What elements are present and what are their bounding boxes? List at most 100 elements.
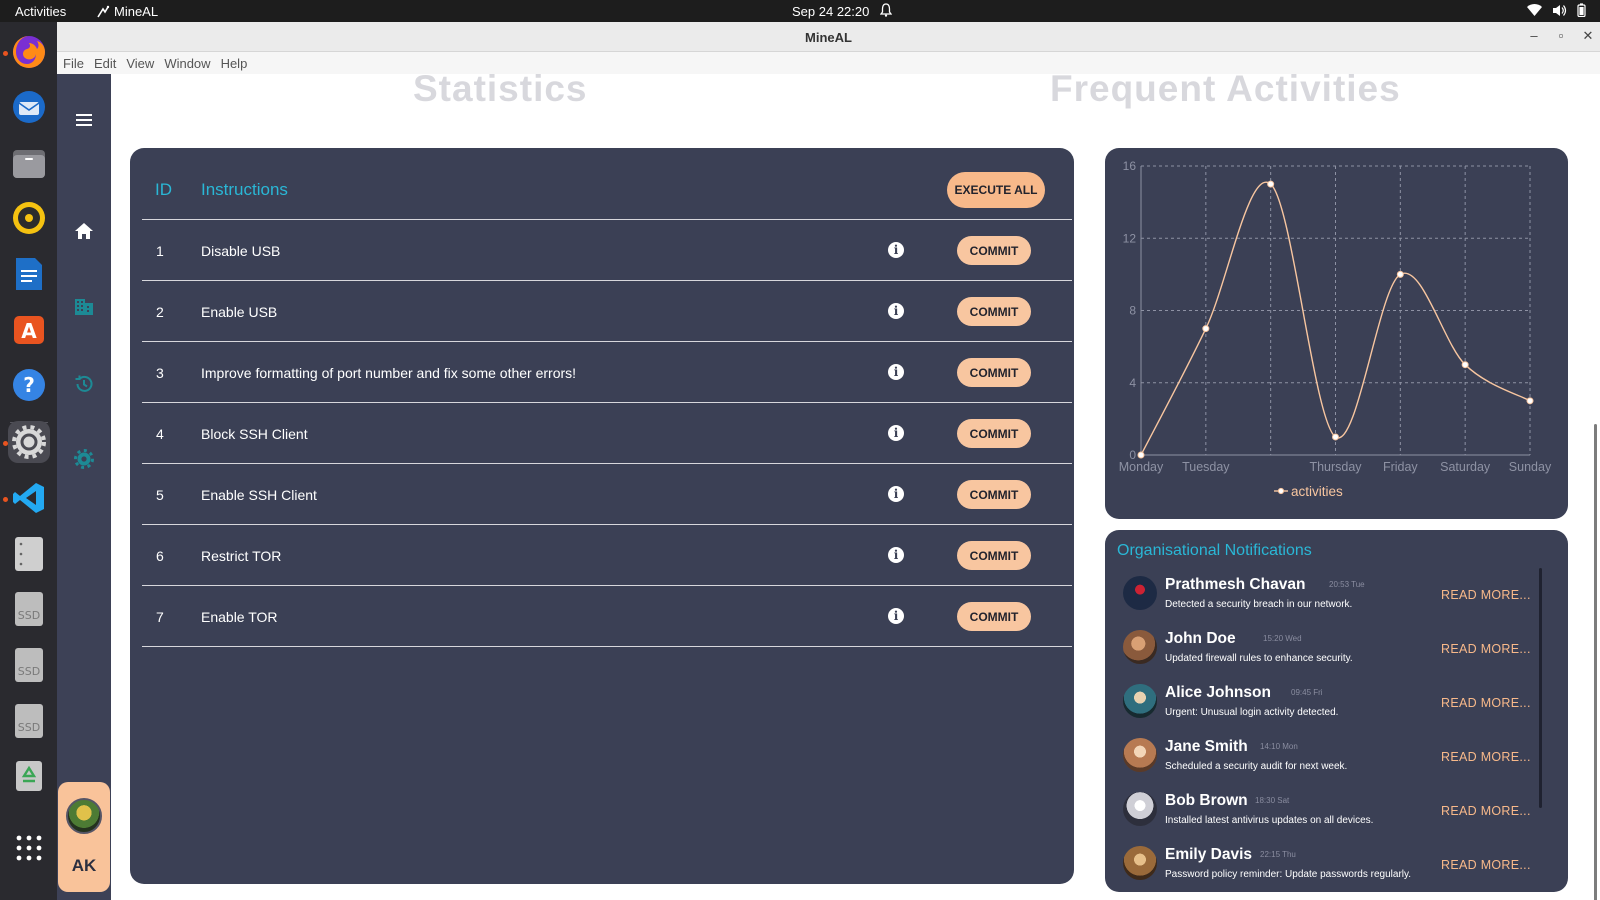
settings-launcher[interactable] <box>8 421 50 463</box>
instructions-table-header: ID Instructions <box>142 148 1072 220</box>
read-more-link[interactable]: READ MORE... <box>1441 804 1531 818</box>
svg-text:?: ? <box>23 373 35 397</box>
nav-home[interactable] <box>57 211 111 251</box>
info-icon[interactable]: i <box>888 608 904 624</box>
notifications-scrollbar[interactable] <box>1539 568 1542 808</box>
notification-author: Bob Brown <box>1165 792 1248 809</box>
nav-history[interactable] <box>57 364 111 404</box>
system-tray[interactable] <box>1527 3 1586 17</box>
commit-button[interactable]: COMMIT <box>957 236 1031 265</box>
window-titlebar[interactable]: MineAL – ▫ ✕ <box>57 22 1600 52</box>
commit-button[interactable]: COMMIT <box>957 358 1031 387</box>
row-instruction: Restrict TOR <box>201 548 282 564</box>
notification-author: Emily Davis <box>1165 846 1253 863</box>
user-profile[interactable]: AK <box>58 782 110 892</box>
data-point <box>1202 325 1210 333</box>
read-more-link[interactable]: READ MORE... <box>1441 642 1531 656</box>
commit-button[interactable]: COMMIT <box>957 480 1031 509</box>
trash-icon <box>16 761 42 791</box>
thunderbird-launcher[interactable] <box>8 86 50 128</box>
commit-button[interactable]: COMMIT <box>957 297 1031 326</box>
legend-marker <box>1277 487 1285 495</box>
info-icon[interactable]: i <box>888 547 904 563</box>
ssd-launcher[interactable]: SSD <box>8 644 50 686</box>
vscode-icon <box>13 483 44 513</box>
thunderbird-icon <box>13 91 45 123</box>
statistics-heading: Statistics <box>413 74 588 109</box>
clock[interactable]: Sep 24 22:20 <box>792 4 869 19</box>
gear-icon <box>74 449 94 469</box>
minimize-button[interactable]: – <box>1526 28 1542 43</box>
window-scrollbar[interactable] <box>1594 424 1597 900</box>
nav-organisation[interactable] <box>57 287 111 327</box>
maximize-button[interactable]: ▫ <box>1553 28 1569 43</box>
mineal-app-icon <box>97 5 110 17</box>
dock: A ? SSD SSD SSD <box>0 22 57 900</box>
software-launcher[interactable]: A <box>8 308 50 350</box>
help-launcher[interactable]: ? <box>8 364 50 406</box>
activities-line-chart: 0481216Monday Tuesday Thursday Friday Saturd… <box>1119 159 1552 499</box>
row-instruction: Enable SSH Client <box>201 487 317 503</box>
table-row: 1 Disable USB i COMMIT <box>142 220 1072 281</box>
info-icon[interactable]: i <box>888 486 904 502</box>
data-point <box>1332 433 1339 441</box>
rhythmbox-launcher[interactable] <box>8 197 50 239</box>
trash-launcher[interactable] <box>8 755 50 797</box>
files-launcher[interactable] <box>8 142 50 184</box>
history-icon <box>75 375 93 392</box>
table-row: 2 Enable USB i COMMIT <box>142 281 1072 342</box>
info-icon[interactable]: i <box>888 303 904 319</box>
notification-time: 14:10 Mon <box>1260 742 1298 751</box>
avatar <box>1123 792 1157 826</box>
read-more-link[interactable]: READ MORE... <box>1441 750 1531 764</box>
menu-edit[interactable]: Edit <box>94 52 124 74</box>
read-more-link[interactable]: READ MORE... <box>1441 696 1531 710</box>
activities-button[interactable]: Activities <box>15 4 66 19</box>
show-apps-button[interactable] <box>8 827 50 869</box>
info-icon[interactable]: i <box>888 425 904 441</box>
ssd-icon: SSD <box>15 704 43 738</box>
ssd-launcher[interactable]: SSD <box>8 700 50 742</box>
commit-button[interactable]: COMMIT <box>957 602 1031 631</box>
user-initials: AK <box>71 856 97 875</box>
files-icon <box>13 150 45 178</box>
app-menu[interactable]: MineAL <box>96 4 158 19</box>
x-tick-label: Thursday <box>1309 460 1362 474</box>
window-title: MineAL <box>805 30 852 45</box>
notification-time: 20:53 Tue <box>1329 580 1365 589</box>
notification-item: Alice Johnson 09:45 Fri Urgent: Unusual … <box>1123 680 1533 734</box>
menu-file[interactable]: File <box>63 52 92 74</box>
menu-view[interactable]: View <box>126 52 162 74</box>
frequent-activities-heading: Frequent Activities <box>1050 74 1401 109</box>
menu-help[interactable]: Help <box>221 52 256 74</box>
writer-launcher[interactable] <box>8 253 50 295</box>
notifications-card: Organisational Notifications Prathmesh C… <box>1105 530 1568 892</box>
read-more-link[interactable]: READ MORE... <box>1441 588 1531 602</box>
notification-time: 18:30 Sat <box>1255 796 1290 805</box>
menu-window[interactable]: Window <box>164 52 218 74</box>
ssd-label: SSD <box>18 609 40 622</box>
vscode-launcher[interactable] <box>8 477 50 519</box>
row-id: 1 <box>156 243 164 259</box>
hamburger-menu-button[interactable] <box>57 100 111 140</box>
commit-button[interactable]: COMMIT <box>957 419 1031 448</box>
notification-time: 09:45 Fri <box>1291 688 1323 697</box>
read-more-link[interactable]: READ MORE... <box>1441 858 1531 872</box>
row-instruction: Block SSH Client <box>201 426 308 442</box>
disk-launcher[interactable] <box>8 533 50 575</box>
info-icon[interactable]: i <box>888 364 904 380</box>
firefox-launcher[interactable] <box>8 31 50 73</box>
commit-button[interactable]: COMMIT <box>957 541 1031 570</box>
notification-item: Emily Davis 22:15 Thu Password policy re… <box>1123 842 1533 896</box>
close-button[interactable]: ✕ <box>1580 28 1596 44</box>
row-instruction: Enable USB <box>201 304 278 320</box>
ssd-label: SSD <box>18 721 40 734</box>
nav-settings[interactable] <box>57 439 111 479</box>
notification-message: Urgent: Unusual login activity detected. <box>1165 707 1339 718</box>
notification-author: Alice Johnson <box>1165 684 1271 701</box>
execute-all-button[interactable]: EXECUTE ALL <box>947 172 1045 208</box>
column-header-instructions: Instructions <box>201 180 288 199</box>
info-icon[interactable]: i <box>888 242 904 258</box>
ssd-launcher[interactable]: SSD <box>8 588 50 630</box>
svg-text:A: A <box>21 319 37 343</box>
